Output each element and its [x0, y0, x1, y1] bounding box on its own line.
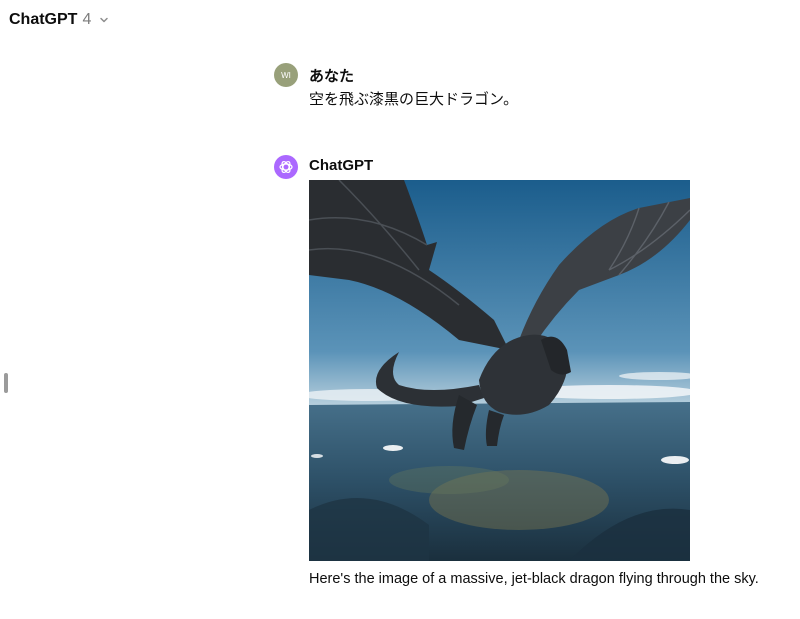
- model-name: ChatGPT: [9, 11, 78, 28]
- chat-page: ChatGPT 4 WI あなた 空を飛ぶ漆黒の巨大ドラゴン。 ChatGPT: [0, 0, 800, 619]
- message-text: Here's the image of a massive, jet-black…: [309, 571, 759, 587]
- message-author: ChatGPT: [309, 157, 374, 174]
- generated-image[interactable]: [309, 180, 690, 561]
- model-version: 4: [82, 11, 92, 28]
- user-avatar: WI: [274, 63, 298, 87]
- message-text: 空を飛ぶ漆黒の巨大ドラゴン。: [309, 91, 519, 108]
- sidebar-toggle-handle[interactable]: [4, 373, 8, 393]
- chatgpt-avatar: [274, 155, 298, 179]
- message-author: あなた: [309, 68, 355, 85]
- avatar-initials: WI: [281, 70, 291, 80]
- openai-logo-icon: [279, 160, 293, 174]
- model-selector[interactable]: ChatGPT 4: [9, 11, 109, 29]
- chevron-down-icon: [100, 17, 109, 23]
- dragon-illustration: [309, 180, 690, 561]
